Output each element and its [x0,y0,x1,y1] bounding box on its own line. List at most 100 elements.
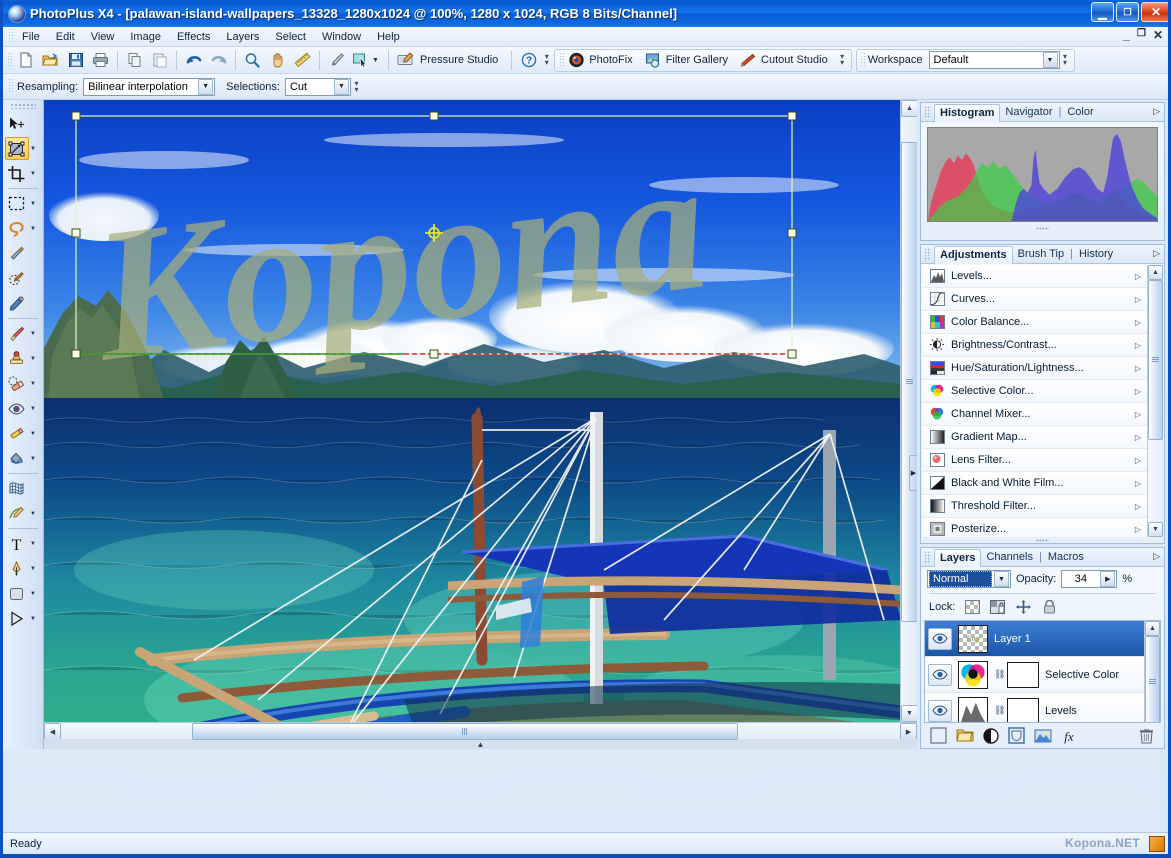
clone-stamp-tool-icon[interactable] [5,347,29,370]
layer-effects-button[interactable]: fx [1059,726,1078,745]
blend-mode-chevron-down-icon[interactable]: ▼ [994,571,1009,587]
adjustments-panel-grip[interactable] [924,247,931,261]
tool-color-picker[interactable] [3,291,44,316]
toolbar-overflow-button[interactable]: ▾ ▾ [541,49,552,71]
help-icon[interactable]: ? [516,49,541,72]
magic-wand-tool-icon[interactable] [5,242,29,265]
lock-transparency-icon[interactable] [965,600,981,614]
lasso-flyout-arrow[interactable]: ▼ [29,226,38,232]
opacity-input[interactable]: 34 ▶ [1061,570,1118,588]
eraser-flyout-arrow[interactable]: ▼ [29,381,38,387]
layer-row-levels[interactable]: ⛓ Levels [925,693,1144,722]
adjustment-levels[interactable]: Levels... ▷ [922,265,1147,288]
adjustment-expand-arrow[interactable]: ▷ [1129,410,1147,419]
workspace-chevron-down-icon[interactable]: ▼ [1042,52,1058,68]
layers-scroll-track[interactable] [1145,636,1160,722]
adjustment-expand-arrow[interactable]: ▷ [1129,479,1147,488]
scroll-up-button[interactable]: ▲ [901,100,917,117]
layer-visibility-eye-icon[interactable] [928,699,952,722]
studio-toolbar-overflow[interactable]: ▾ ▾ [837,49,848,71]
smudge-flyout-arrow[interactable]: ▼ [29,431,38,437]
adjustment-curves[interactable]: Curves... ▷ [922,288,1147,311]
adjustment-brightness-contrast[interactable]: Brightness/Contrast... ▷ [922,334,1147,357]
rectangle-select-tool-icon[interactable] [5,192,29,215]
canvas-resize-strip[interactable]: ▲ [44,739,917,749]
tool-red-eye[interactable]: ▼ [3,396,44,421]
layer-thumbnail[interactable] [958,660,988,689]
layer-row-layer-1[interactable]: Kop Layer 1 [925,621,1144,657]
pan-hand-icon[interactable] [265,49,290,72]
clone-stamp-flyout-arrow[interactable]: ▼ [29,356,38,362]
text-tool-icon[interactable]: T [5,532,29,555]
menu-view[interactable]: View [83,29,123,45]
shape-tool-flyout-arrow[interactable]: ▼ [29,591,38,597]
layers-panel-menu-icon[interactable]: ▷ [1153,551,1160,562]
pen-tool-flyout-arrow[interactable]: ▼ [29,566,38,572]
mdi-close-button[interactable]: ✕ [1153,28,1163,42]
tab-layers[interactable]: Layers [934,548,982,567]
smudge-tool-icon[interactable] [5,422,29,445]
paste-icon[interactable] [147,49,172,72]
studio-toolbar-grip[interactable] [558,52,566,68]
selection-brush-tool-icon[interactable] [5,267,29,290]
layers-panel-grip[interactable] [924,550,931,564]
window-resize-grip[interactable] [1149,836,1165,852]
lasso-select-tool-icon[interactable] [5,217,29,240]
tab-color[interactable]: Color [1062,103,1098,121]
adjustment-channel-mixer[interactable]: Channel Mixer... ▷ [922,403,1147,426]
layer-mask-thumbnail[interactable] [1007,697,1039,722]
layer-visibility-eye-icon[interactable] [928,663,952,686]
copy-icon[interactable] [122,49,147,72]
layers-scrollbar[interactable]: ▲ ▼ [1144,621,1160,722]
histogram-panel-resize-dots[interactable] [921,226,1164,231]
adjustment-expand-arrow[interactable]: ▷ [1129,341,1147,350]
optionbar-overflow[interactable]: ▾ ▾ [351,76,362,98]
mdi-restore-button[interactable]: ❐ [1137,28,1146,42]
layer-mask-link-icon[interactable]: ⛓ [994,669,1005,680]
tool-shape[interactable]: ▼ [3,581,44,606]
measure-ruler-icon[interactable] [290,49,315,72]
pen-tool-icon[interactable] [5,557,29,580]
lock-pixels-icon[interactable] [989,599,1006,615]
layer-thumbnail[interactable]: Kop [958,624,988,653]
workspace-grip[interactable] [858,52,866,68]
tab-adjustments[interactable]: Adjustments [934,245,1013,264]
adjustment-expand-arrow[interactable]: ▷ [1129,502,1147,511]
adjustment-lens-filter[interactable]: Lens Filter... ▷ [922,449,1147,472]
workspace-select[interactable]: Default ▼ [928,51,1060,69]
adjustment-expand-arrow[interactable]: ▷ [1129,387,1147,396]
lock-position-icon[interactable] [1015,599,1032,615]
adjustments-scroll-thumb[interactable] [1148,280,1163,440]
mdi-minimize-button[interactable]: _ [1123,28,1130,42]
scroll-down-button[interactable]: ▼ [901,705,917,722]
layer-row-selective-color[interactable]: ⛓ Selective Color [925,657,1144,693]
adjustment-expand-arrow[interactable]: ▷ [1129,433,1147,442]
new-document-icon[interactable] [13,49,38,72]
color-pick-dropdown-arrow[interactable]: ▼ [370,49,381,72]
adjustment-gradient-map[interactable]: Gradient Map... ▷ [922,426,1147,449]
tool-pen[interactable]: ▼ [3,556,44,581]
adjustments-panel-resize-dots[interactable] [921,538,1164,543]
cutout-studio-button[interactable]: Cutout Studio [737,49,837,72]
dock-collapse-handle[interactable]: ▶ [909,455,917,491]
move-tool-icon[interactable] [5,112,29,135]
adjustment-expand-arrow[interactable]: ▷ [1129,318,1147,327]
photofix-button[interactable]: PhotoFix [565,49,641,72]
menu-window[interactable]: Window [314,29,369,45]
tab-channels[interactable]: Channels [981,548,1037,566]
red-eye-tool-icon[interactable] [5,397,29,420]
tool-magic-wand[interactable] [3,241,44,266]
color-picker-tool-icon[interactable] [5,292,29,315]
tab-brush-tip[interactable]: Brush Tip [1013,245,1069,263]
tool-palette-grip[interactable] [10,103,36,109]
optionbar-grip[interactable] [7,79,14,94]
paintbrush-flyout-arrow[interactable]: ▼ [29,331,38,337]
new-group-button[interactable] [955,726,974,745]
menu-effects[interactable]: Effects [169,29,218,45]
shape-tool-icon[interactable] [5,582,29,605]
tool-node-edit[interactable]: ▼ [3,501,44,526]
tool-eraser[interactable]: ▼ [3,371,44,396]
adjustment-expand-arrow[interactable]: ▷ [1129,295,1147,304]
tool-deform[interactable]: ▼ [3,136,44,161]
layer-mask-link-icon[interactable]: ⛓ [994,705,1005,716]
